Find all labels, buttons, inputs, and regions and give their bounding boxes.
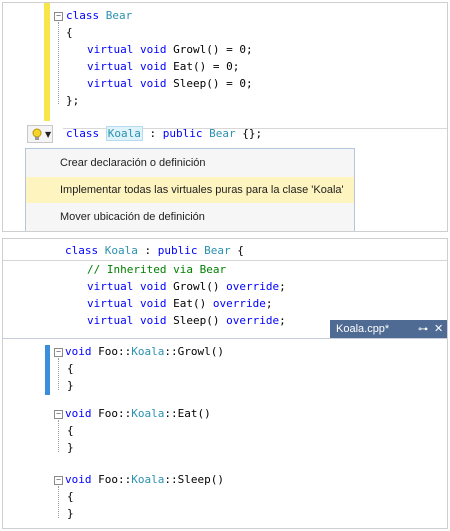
fold-guide: [58, 486, 59, 518]
code-line-method: virtual void Growl() = 0;: [87, 43, 253, 56]
code-line-class-koala: class Koala : public Bear {: [65, 244, 244, 257]
code-line-override: virtual void Sleep() override;: [87, 314, 286, 327]
code-line-comment: // Inherited via Bear: [87, 263, 227, 276]
code-line-class-koala: class Koala : public Bear {};: [66, 126, 263, 141]
quick-actions-menu: Crear declaración o definición Implement…: [25, 148, 355, 231]
code-line-definition: void Foo::Koala::Sleep(): [65, 473, 224, 486]
code-line-open-brace: {: [66, 26, 73, 39]
editor-panel-bottom: class Koala : public Bear { // Inherited…: [2, 238, 448, 529]
lightbulb-icon: [32, 128, 42, 140]
code-line-open-brace: {: [67, 424, 74, 437]
pin-icon[interactable]: ⊶: [418, 320, 428, 339]
editor-panel-top: class Bear { virtual void Growl() = 0; v…: [2, 2, 448, 232]
quick-actions-button[interactable]: ▼: [27, 125, 53, 143]
fold-guide: [58, 22, 59, 104]
line-separator: [3, 260, 447, 261]
close-icon[interactable]: ✕: [434, 320, 443, 339]
menu-item-implement-pure-virtuals[interactable]: Implementar todas las virtuales puras pa…: [26, 177, 354, 203]
menu-item-create-declaration[interactable]: Crear declaración o definición: [26, 150, 354, 176]
collapse-toggle-icon[interactable]: [54, 476, 63, 485]
fold-guide: [58, 420, 59, 452]
code-line-method: virtual void Sleep() = 0;: [87, 77, 253, 90]
code-line-definition: void Foo::Koala::Eat(): [65, 407, 211, 420]
code-line-definition: void Foo::Koala::Growl(): [65, 345, 224, 358]
collapse-toggle-icon[interactable]: [54, 12, 63, 21]
code-line-override: virtual void Eat() override;: [87, 297, 273, 310]
koala-identifier[interactable]: Koala: [105, 126, 143, 141]
code-line-close-brace: }: [67, 441, 74, 454]
chevron-down-icon: ▼: [45, 130, 52, 139]
code-line-open-brace: {: [67, 490, 74, 503]
collapse-toggle-icon[interactable]: [54, 410, 63, 419]
change-marker-bar: [45, 345, 50, 395]
code-line-close-brace: }: [67, 507, 74, 520]
code-line-override: virtual void Growl() override;: [87, 280, 286, 293]
change-marker-bar: [44, 3, 50, 121]
file-tab-label: Koala.cpp*: [336, 323, 390, 335]
file-tab-koala-cpp[interactable]: Koala.cpp* ⊶ ✕: [330, 320, 447, 339]
code-line-method: virtual void Eat() = 0;: [87, 60, 240, 73]
code-line-close-brace: };: [66, 94, 80, 107]
code-line-close-brace: }: [67, 379, 74, 392]
menu-item-move-definition[interactable]: Mover ubicación de definición: [26, 204, 354, 230]
code-line-class-bear: class Bear: [66, 9, 133, 22]
collapse-toggle-icon[interactable]: [54, 348, 63, 357]
fold-guide: [58, 358, 59, 390]
koala-cpp-preview: void Foo::Koala::Growl() { } void Foo::K…: [3, 338, 447, 528]
code-line-open-brace: {: [67, 362, 74, 375]
